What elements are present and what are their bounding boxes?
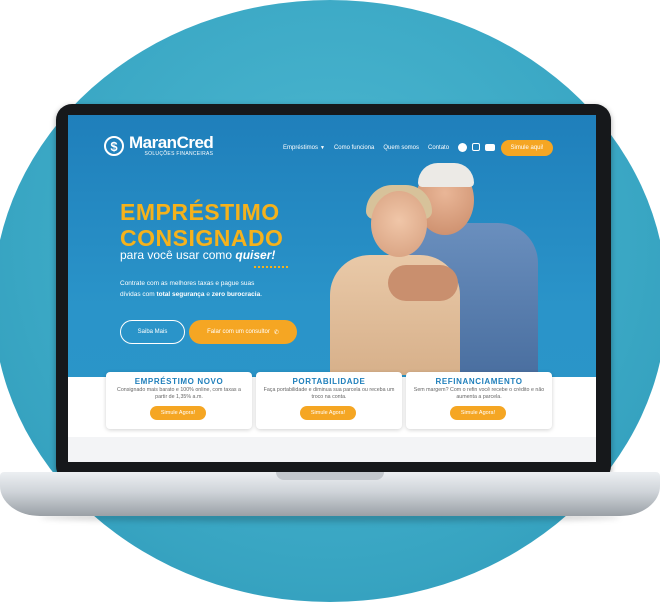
card-title: EMPRÉSTIMO NOVO — [134, 377, 224, 386]
social-links — [458, 143, 495, 152]
nav-item-emprestimos[interactable]: Empréstimos ▼ — [283, 145, 325, 151]
whatsapp-icon: ✆ — [273, 329, 279, 336]
nav-item-como-funciona[interactable]: Como funciona — [334, 145, 374, 151]
facebook-icon[interactable] — [458, 143, 467, 152]
squiggle-underline — [254, 262, 288, 268]
brand-logo[interactable]: $ MaranCred SOLUÇÕES FINANCEIRAS — [104, 133, 214, 157]
chevron-down-icon: ▼ — [320, 145, 325, 151]
simule-aqui-button[interactable]: Simule aqui! — [501, 140, 553, 156]
simule-agora-button[interactable]: Simule Agora! — [150, 406, 206, 420]
card-text: Consignado mais barato e 100% online, co… — [117, 387, 241, 400]
cards-section-footer — [68, 437, 596, 462]
hero-photo-woman-head — [371, 191, 427, 257]
brand-name: MaranCred — [129, 133, 214, 152]
card-portabilidade: PORTABILIDADE Faça portabilidade e dimin… — [256, 372, 402, 429]
instagram-icon[interactable] — [472, 143, 480, 151]
laptop-notch — [276, 472, 384, 480]
falar-consultor-button[interactable]: Falar com um consultor ✆ — [189, 320, 297, 344]
hero-photo-man-hair — [418, 163, 474, 187]
simule-agora-button[interactable]: Simule Agora! — [450, 406, 506, 420]
hero-description: Contrate com as melhores taxas e pague s… — [120, 280, 263, 298]
dollar-coin-icon: $ — [104, 136, 124, 156]
hero-subtitle: para você usar como quiser! — [120, 248, 276, 262]
nav-item-contato[interactable]: Contato — [428, 145, 449, 151]
main-nav: Empréstimos ▼ Como funciona Quem somos Co… — [283, 145, 449, 151]
simule-agora-button[interactable]: Simule Agora! — [300, 406, 356, 420]
card-refinanciamento: REFINANCIAMENTO Sem margem? Com o refin … — [406, 372, 552, 429]
youtube-icon[interactable] — [485, 144, 495, 151]
hero-title: EMPRÉSTIMO CONSIGNADO — [120, 199, 284, 251]
card-title: PORTABILIDADE — [292, 377, 366, 386]
card-title: REFINANCIAMENTO — [435, 377, 523, 386]
hero-photo-hands — [388, 265, 458, 301]
card-text: Sem margem? Com o refin você recebe o cr… — [413, 387, 545, 400]
saiba-mais-button[interactable]: Saiba Mais — [120, 320, 185, 344]
laptop-screen: $ MaranCred SOLUÇÕES FINANCEIRAS Emprést… — [68, 115, 596, 462]
nav-item-quem-somos[interactable]: Quem somos — [383, 145, 419, 151]
card-text: Faça portabilidade e diminua sua parcela… — [263, 387, 395, 400]
card-emprestimo-novo: EMPRÉSTIMO NOVO Consignado mais barato e… — [106, 372, 252, 429]
